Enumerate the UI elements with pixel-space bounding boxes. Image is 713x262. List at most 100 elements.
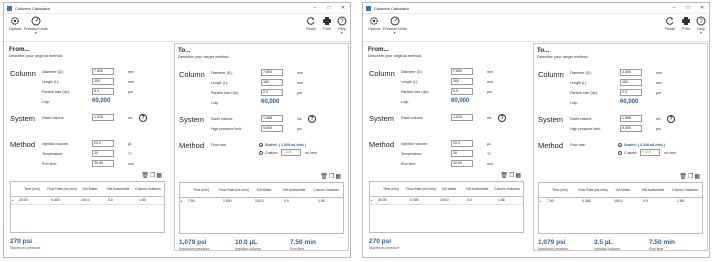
options-button[interactable]: Options [9, 16, 21, 31]
close-button[interactable]: ✕ [695, 5, 709, 11]
table-cell[interactable]: 100.0 [614, 199, 623, 203]
to-dwell-input[interactable]: 1.668 [620, 115, 642, 122]
custom-flow-input[interactable]: 0.000 [640, 149, 660, 156]
help-button[interactable]: ? Help ▾ [696, 16, 706, 35]
from-diameter-input[interactable]: 7.800 [92, 68, 114, 75]
table-cell[interactable]: 0.0 [467, 198, 472, 202]
dwell-help-icon[interactable]: ? [308, 115, 316, 123]
to-high-pressure-input[interactable]: 9,500 [261, 125, 283, 132]
table-cell[interactable]: 30.00 [378, 198, 387, 202]
custom-radio[interactable] [259, 151, 263, 155]
from-particle-input[interactable]: 5.0 [451, 88, 473, 95]
table-cell[interactable]: 0.0 [108, 198, 113, 202]
print-button[interactable]: Print [322, 16, 332, 31]
scaled-radio[interactable] [259, 143, 263, 147]
pressure-units-button[interactable]: Pressure Units ▾ [24, 16, 48, 35]
table-header: Flow Rate (mL/min) [219, 188, 249, 192]
table-cell[interactable]: 1.50 [318, 199, 325, 203]
dwell-help-icon[interactable]: ? [498, 114, 506, 122]
grid-icon[interactable]: ▦ [694, 174, 701, 180]
minimize-button[interactable]: – [667, 5, 681, 11]
table-row-new[interactable] [11, 204, 164, 205]
row-marker: ▸ [371, 198, 373, 202]
to-gradient-table[interactable]: Time (min) Flow Rate (mL/min) %A Water %… [179, 182, 344, 234]
table-cell[interactable]: 100.0 [440, 198, 449, 202]
pressure-units-button[interactable]: Pressure Units ▾ [383, 16, 407, 35]
to-injection-label: Injection volume [594, 247, 620, 251]
to-high-pressure-input[interactable]: 9,500 [620, 125, 642, 132]
table-cell[interactable]: 1.58 [498, 198, 505, 202]
to-particle-input[interactable]: 2.5 [620, 89, 642, 96]
maximize-button[interactable]: □ [681, 5, 695, 11]
table-cell[interactable]: 20.00 [19, 198, 28, 202]
grid-icon[interactable]: ▦ [515, 173, 522, 179]
app-icon [366, 5, 371, 11]
from-injection-input[interactable]: 20.0 [451, 140, 473, 147]
table-cell[interactable]: 7.50 [547, 199, 554, 203]
to-diameter-input[interactable]: 7.800 [261, 69, 283, 76]
table-cell[interactable]: 100.0 [81, 198, 90, 202]
from-temperature-input[interactable]: 30 [451, 150, 473, 157]
dwell-label: Dwell volume: [570, 117, 593, 121]
maximize-button[interactable]: □ [322, 5, 336, 11]
to-subtitle: Describe your target method. [537, 54, 589, 59]
reset-button[interactable]: Reset [306, 16, 316, 31]
close-button[interactable]: ✕ [336, 5, 350, 11]
from-runtime-input[interactable]: 30.00 [92, 160, 114, 167]
to-runtime-value: 7.50 min [649, 239, 676, 246]
minimize-button[interactable]: – [308, 5, 322, 11]
custom-radio[interactable] [618, 151, 622, 155]
table-header: Flow Rate (mL/min) [578, 188, 608, 192]
delete-icon[interactable]: 🗑 [320, 174, 329, 180]
table-cell[interactable]: 0.300 [410, 198, 419, 202]
grid-icon[interactable]: ▦ [156, 173, 163, 179]
table-cell[interactable]: 1.58 [677, 199, 684, 203]
to-gradient-table[interactable]: Time (min) Flow Rate (mL/min) %A Water %… [538, 182, 703, 234]
table-header: %B Acetonitrile [106, 187, 130, 191]
table-cell[interactable]: 0.0 [643, 199, 648, 203]
scaled-flow-value: Scaled: ( 0.348 mL/min ) [624, 143, 665, 147]
from-gradient-table[interactable]: Time (min) Flow Rate (mL/min) %A Water %… [10, 181, 165, 233]
reset-button[interactable]: Reset [665, 16, 675, 31]
dwell-help-icon[interactable]: ? [667, 115, 675, 123]
delete-icon[interactable]: 🗑 [141, 173, 150, 179]
help-button[interactable]: ? Help ▾ [337, 16, 347, 35]
high-pressure-label: High pressure limit: [211, 127, 242, 131]
to-length-input[interactable]: 150 [620, 79, 642, 86]
table-cell[interactable]: 7.50 [188, 199, 195, 203]
from-diameter-input[interactable]: 7.800 [451, 68, 473, 75]
print-button[interactable]: Print [681, 16, 691, 31]
from-runtime-input[interactable]: 30.00 [451, 160, 473, 167]
table-header: Time (min) [23, 187, 41, 191]
dwell-help-icon[interactable]: ? [139, 114, 147, 122]
to-dwell-input[interactable]: 1.668 [261, 115, 283, 122]
dwell-label: Dwell volume: [211, 117, 234, 121]
system-section-label: System [10, 114, 36, 123]
table-cell[interactable]: 1.50 [139, 198, 146, 202]
to-length-input[interactable]: 160 [261, 79, 283, 86]
to-diameter-input[interactable]: 4.600 [620, 69, 642, 76]
temperature-label: Temperature: [42, 152, 64, 156]
delete-icon[interactable]: 🗑 [679, 174, 688, 180]
from-injection-input[interactable]: 20.0 [92, 140, 114, 147]
from-particle-input[interactable]: 5.0 [92, 88, 114, 95]
table-cell[interactable]: 0.0 [284, 199, 289, 203]
scaled-radio[interactable] [618, 143, 622, 147]
table-row-new[interactable] [370, 204, 523, 205]
table-cell[interactable]: 100.0 [255, 199, 264, 203]
table-cell[interactable]: 0.348 [582, 199, 591, 203]
from-dwell-input[interactable]: 1.025 [92, 114, 114, 121]
from-length-input[interactable]: 300 [92, 78, 114, 85]
from-length-input[interactable]: 300 [451, 78, 473, 85]
delete-icon[interactable]: 🗑 [500, 173, 509, 179]
table-cell[interactable]: 0.300 [51, 198, 60, 202]
from-dwell-input[interactable]: 1.025 [451, 114, 473, 121]
chevron-down-icon: ▾ [341, 31, 343, 35]
options-button[interactable]: Options [368, 16, 380, 31]
to-particle-input[interactable]: 2.5 [261, 89, 283, 96]
from-temperature-input[interactable]: 30 [92, 150, 114, 157]
custom-flow-input[interactable]: 1.000 [281, 149, 301, 156]
grid-icon[interactable]: ▦ [335, 174, 342, 180]
table-cell[interactable]: 1.000 [223, 199, 232, 203]
from-gradient-table[interactable]: Time (min) Flow Rate (mL/min) %A Water %… [369, 181, 524, 233]
